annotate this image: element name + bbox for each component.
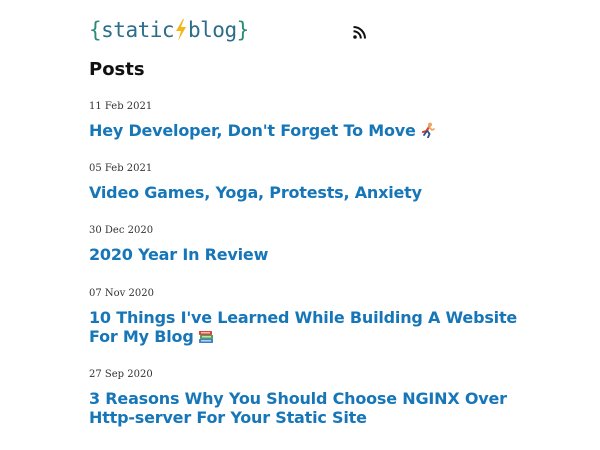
logo-word-static: static — [101, 18, 175, 42]
post-item: 07 Nov 2020 10 Things I've Learned While… — [89, 287, 519, 346]
page-title: Posts — [89, 59, 145, 80]
post-date: 27 Sep 2020 — [89, 369, 153, 380]
rss-icon[interactable] — [353, 26, 366, 39]
post-title-link[interactable]: 2020 Year In Review — [89, 245, 519, 264]
post-title-link[interactable]: Hey Developer, Don't Forget To Move — [89, 121, 519, 140]
post-title-text: 2020 Year In Review — [89, 245, 269, 264]
runner-emoji-icon — [421, 122, 435, 138]
post-item: 27 Sep 2020 3 Reasons Why You Should Cho… — [89, 368, 519, 427]
page: {static blog} Posts 11 Feb 2021 Hey Devel… — [89, 0, 519, 427]
post-item: 30 Dec 2020 2020 Year In Review — [89, 224, 519, 264]
post-date: 05 Feb 2021 — [89, 163, 153, 174]
post-date: 11 Feb 2021 — [89, 101, 153, 112]
lightning-icon — [176, 19, 187, 41]
logo-close-brace: } — [236, 18, 250, 42]
post-item: 05 Feb 2021 Video Games, Yoga, Protests,… — [89, 162, 519, 202]
books-emoji-icon — [198, 331, 213, 343]
post-title-text: Video Games, Yoga, Protests, Anxiety — [89, 183, 422, 202]
post-title-link[interactable]: Video Games, Yoga, Protests, Anxiety — [89, 183, 519, 202]
post-date: 30 Dec 2020 — [89, 225, 154, 236]
post-title-text: 3 Reasons Why You Should Choose NGINX Ov… — [89, 389, 507, 427]
post-date: 07 Nov 2020 — [89, 288, 154, 299]
logo-word-blog: blog — [188, 18, 237, 42]
site-logo[interactable]: {static blog} — [89, 18, 249, 42]
post-title-link[interactable]: 10 Things I've Learned While Building A … — [89, 308, 519, 346]
post-title-text: Hey Developer, Don't Forget To Move — [89, 121, 416, 140]
post-title-link[interactable]: 3 Reasons Why You Should Choose NGINX Ov… — [89, 389, 519, 427]
post-title-text: 10 Things I've Learned While Building A … — [89, 308, 518, 346]
post-item: 11 Feb 2021 Hey Developer, Don't Forget … — [89, 100, 519, 140]
logo-open-brace: { — [89, 18, 102, 42]
site-header: {static blog} — [89, 0, 519, 52]
